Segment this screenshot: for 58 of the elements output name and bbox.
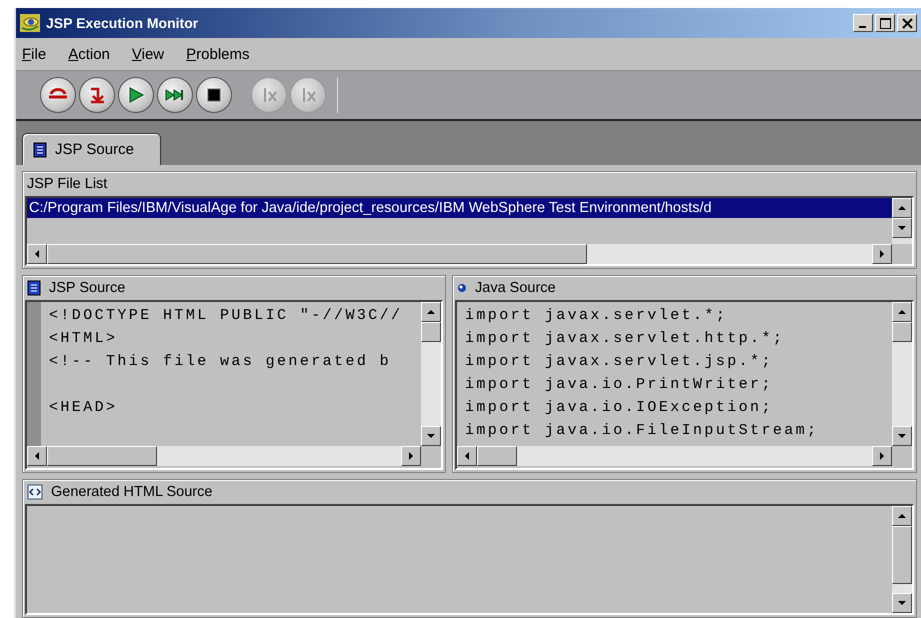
document-icon [27,280,41,296]
panel-title: Generated HTML Source [51,484,212,500]
scroll-right-button[interactable] [401,446,421,466]
scroll-down-button[interactable] [892,426,912,446]
scroll-down-button[interactable] [892,593,912,613]
code-line: import javax.servlet.*; [465,306,728,326]
menu-item[interactable]: File [22,46,46,62]
toolbar-button[interactable] [118,77,154,113]
scroll-up-button[interactable] [892,198,912,218]
panel-title: JSP File List [27,176,108,192]
toolbar-button[interactable] [40,77,76,113]
scroll-left-button[interactable] [457,446,477,466]
toolbar-button[interactable] [196,77,232,113]
scroll-left-button[interactable] [27,244,47,264]
document-icon [33,142,47,158]
down-arrow-icon [88,86,106,104]
toolbar-button[interactable] [79,77,115,113]
stop-square-icon [207,88,221,102]
scrollbar-thumb[interactable] [421,322,441,342]
scroll-left-button[interactable] [27,446,47,466]
scrollbar-thumb[interactable] [47,244,587,264]
code-line: <!-- This file was generated b [49,352,392,372]
scroll-down-button[interactable] [421,426,441,446]
menu-item[interactable]: Problems [186,46,250,62]
code-line: import java.io.PrintWriter; [465,375,774,395]
tab[interactable]: JSP Source [22,133,161,165]
scroll-up-button[interactable] [892,302,912,322]
panel-title: Java Source [475,280,556,296]
close-button[interactable] [897,14,917,32]
file-list-row[interactable]: C:/Program Files/IBM/VisualAge for Java/ide/project_resources/IBM WebSphere Test Environment/hosts/d [27,198,892,218]
minimize-button[interactable] [853,14,873,32]
code-line: import javax.servlet.jsp.*; [465,352,774,372]
maximize-button[interactable] [875,14,895,32]
code-line: <HEAD> [49,398,118,418]
sphere-icon [457,283,467,293]
menu-item[interactable]: View [132,46,164,62]
code-line: <HTML> [49,329,118,349]
code-line: import java.io.FileInputStream; [465,421,818,441]
menu-item[interactable]: Action [68,46,110,62]
toolbar-button[interactable] [157,77,193,113]
panel-title: JSP Source [49,280,126,296]
scroll-right-button[interactable] [872,244,892,264]
code-line: import javax.servlet.http.*; [465,329,786,349]
code-line: import java.io.IOException; [465,398,774,418]
close-icon [902,18,913,29]
scroll-up-button[interactable] [421,302,441,322]
code-line: <!DOCTYPE HTML PUBLIC "-//W3C// [49,306,402,326]
app-logo-icon [20,14,40,32]
double-play-icon [165,88,185,102]
scroll-right-button[interactable] [872,446,892,466]
code-brackets-icon [27,484,43,500]
scrollbar-thumb[interactable] [477,446,517,466]
window-title: JSP Execution Monitor [46,15,200,31]
scroll-down-button[interactable] [892,218,912,238]
scroll-up-button[interactable] [892,506,912,526]
play-icon [128,86,144,104]
scrollbar-thumb[interactable] [47,446,157,466]
scrollbar-thumb[interactable] [892,322,912,342]
